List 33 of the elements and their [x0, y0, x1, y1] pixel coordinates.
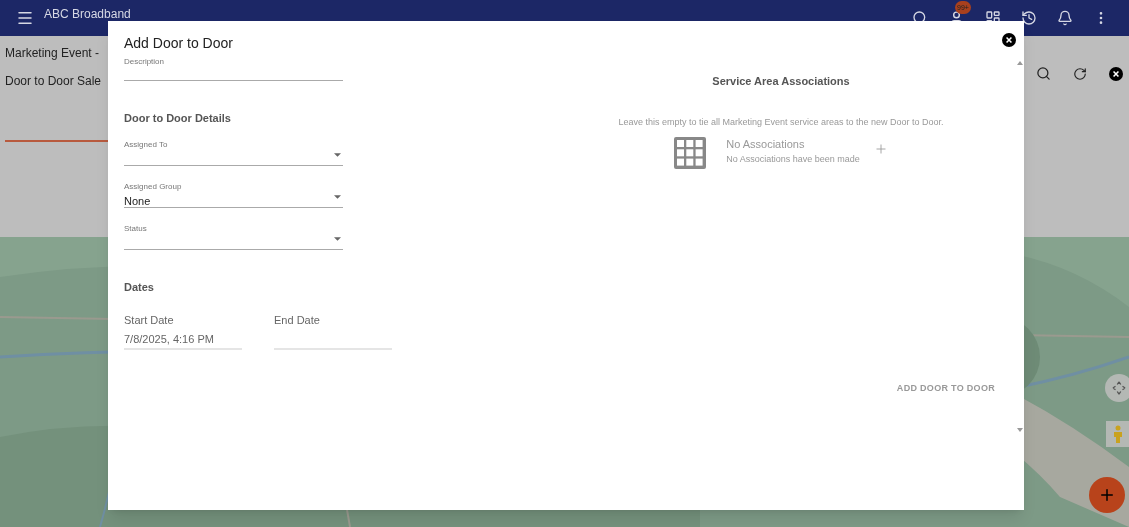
person-icon [1113, 425, 1123, 443]
description-field[interactable]: Description [124, 56, 343, 81]
dropdown-caret-icon [334, 152, 341, 157]
empty-title: No Associations [726, 137, 806, 151]
grid-icon [674, 137, 707, 169]
close-icon[interactable] [1002, 33, 1016, 47]
history-icon[interactable] [1021, 10, 1037, 26]
scroll-down-icon[interactable] [1016, 428, 1023, 432]
section-heading: Service Area Associations [712, 74, 850, 89]
bell-icon[interactable] [1057, 10, 1073, 26]
section-heading: Dates [124, 279, 155, 295]
date-field[interactable]: End Date [274, 312, 392, 350]
empty-text: No Associations have been made [726, 153, 860, 166]
select-field[interactable]: Assigned To [124, 139, 343, 166]
search-icon[interactable] [1036, 66, 1051, 81]
plus-icon [1098, 486, 1116, 504]
move-icon [1112, 381, 1126, 395]
app-title: ABC Broadband [44, 7, 131, 21]
add-door-to-door-button[interactable]: ADD DOOR TO DOOR [896, 382, 995, 396]
date-field[interactable]: Start Date 7/8/2025, 4:16 PM [124, 312, 242, 350]
menu-icon[interactable] [16, 9, 34, 27]
plus-icon [873, 142, 888, 156]
section-heading: Door to Door Details [124, 111, 232, 126]
scroll-up-icon[interactable] [1016, 61, 1023, 65]
select-field[interactable]: Assigned Group None [124, 181, 343, 208]
select-field[interactable]: Status [124, 223, 343, 250]
page-subtitle: Door to Door Sale [5, 73, 102, 90]
refresh-icon[interactable] [1073, 66, 1087, 81]
hint-text: Leave this empty to tie all Marketing Event service areas to the new Door to Door. [618, 115, 944, 129]
dropdown-caret-icon [334, 194, 341, 199]
page-title: Marketing Event - [5, 45, 100, 62]
dialog-title: Add Door to Door [124, 34, 234, 52]
close-icon[interactable] [1109, 66, 1123, 81]
